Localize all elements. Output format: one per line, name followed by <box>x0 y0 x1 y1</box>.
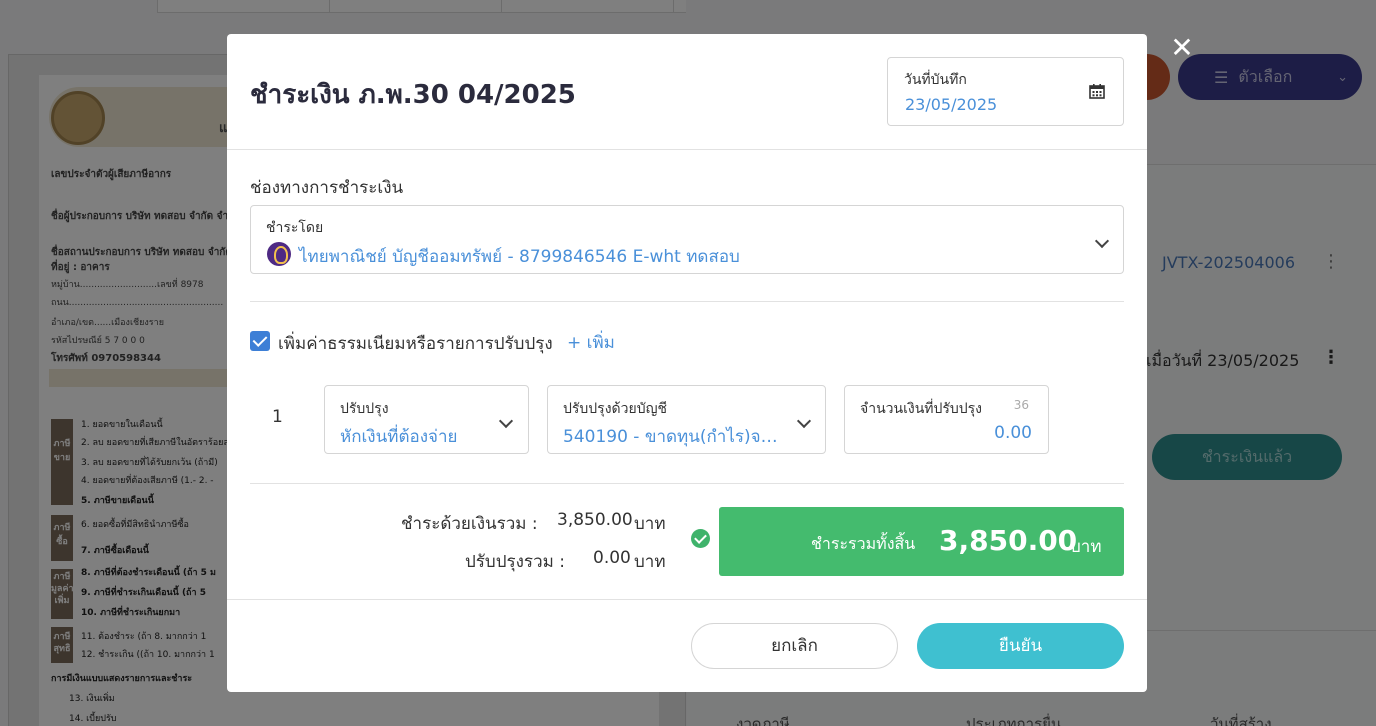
modal-header: ชำระเงิน ภ.พ.30 04/2025 วันที่บันทึก 23/… <box>227 34 1147 150</box>
grand-total-value: 3,850.00 <box>939 524 1078 557</box>
add-adjustment-link[interactable]: + เพิ่ม <box>567 329 615 356</box>
calendar-icon[interactable] <box>1089 83 1105 99</box>
chevron-down-icon <box>1094 233 1110 249</box>
paid-total-value: 3,850.00 <box>557 510 633 530</box>
payment-modal: ชำระเงิน ภ.พ.30 04/2025 วันที่บันทึก 23/… <box>227 34 1147 692</box>
chevron-down-icon <box>796 413 812 429</box>
adjustment-row-number: 1 <box>272 407 283 427</box>
grand-total-label: ชำระรวมทั้งสิ้น <box>811 534 916 553</box>
chevron-down-icon <box>498 413 514 429</box>
paid-total-label: ชำระด้วยเงินรวม : <box>401 514 538 534</box>
adjustment-amount-label: จำนวนเงินที่ปรับปรุง <box>860 401 983 417</box>
scb-bank-icon <box>267 242 291 266</box>
adjustment-amount-value[interactable]: 0.00 <box>994 423 1032 443</box>
modal-title: ชำระเงิน ภ.พ.30 04/2025 <box>250 80 576 110</box>
character-counter: 36 <box>1013 398 1029 412</box>
adjustment-type-select[interactable]: ปรับปรุง หักเงินที่ต้องจ่าย <box>324 385 529 454</box>
adjust-total-value: 0.00 <box>593 548 631 568</box>
record-date-field[interactable]: วันที่บันทึก 23/05/2025 <box>887 57 1124 126</box>
fee-adjustment-label[interactable]: เพิ่มค่าธรรมเนียมหรือรายการปรับปรุง <box>278 330 553 357</box>
record-date-label: วันที่บันทึก <box>904 72 967 88</box>
check-circle-icon <box>691 529 710 548</box>
divider <box>250 483 1124 484</box>
adjust-total-label: ปรับปรุงรวม : <box>465 552 565 572</box>
cancel-button[interactable]: ยกเลิก <box>691 623 898 669</box>
divider <box>250 301 1124 302</box>
grand-total-box: ชำระรวมทั้งสิ้น 3,850.00 บาท <box>719 507 1124 576</box>
close-icon[interactable]: ✕ <box>1167 34 1197 64</box>
adjustment-account-value: 540190 - ขาดทุน(กำไร)จากการแลกเปลี่ยน <box>563 427 785 447</box>
adjustment-account-label: ปรับปรุงด้วยบัญชี <box>563 401 668 417</box>
adjustment-type-label: ปรับปรุง <box>340 401 389 417</box>
confirm-button[interactable]: ยืนยัน <box>917 623 1124 669</box>
pay-by-select[interactable]: ชำระโดย ไทยพาณิชย์ บัญชีออมทรัพย์ - 8799… <box>250 205 1124 274</box>
adjustment-account-select[interactable]: ปรับปรุงด้วยบัญชี 540190 - ขาดทุน(กำไร)จ… <box>547 385 826 454</box>
adjustment-type-value: หักเงินที่ต้องจ่าย <box>340 427 458 447</box>
modal-footer-divider <box>227 599 1147 600</box>
fee-adjustment-checkbox[interactable] <box>250 331 270 351</box>
currency-unit: บาท <box>1070 537 1102 557</box>
payment-channel-heading: ช่องทางการชำระเงิน <box>250 178 404 198</box>
pay-by-label: ชำระโดย <box>266 220 324 236</box>
record-date-value[interactable]: 23/05/2025 <box>905 95 997 114</box>
currency-unit: บาท <box>634 552 666 572</box>
adjustment-amount-input[interactable]: จำนวนเงินที่ปรับปรุง 36 0.00 <box>844 385 1049 454</box>
pay-by-value: ไทยพาณิชย์ บัญชีออมทรัพย์ - 8799846546 E… <box>299 247 740 267</box>
currency-unit: บาท <box>634 514 666 534</box>
